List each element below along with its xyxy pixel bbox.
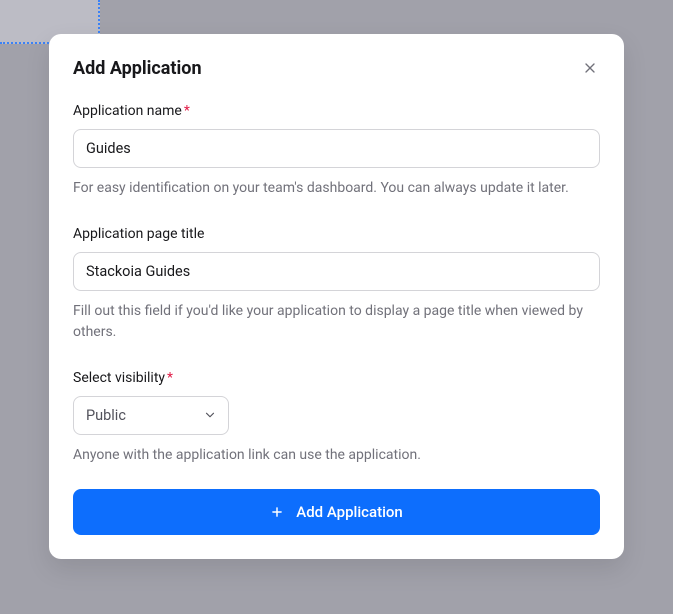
submit-label: Add Application xyxy=(296,503,403,521)
plus-icon xyxy=(270,505,284,519)
modal-title: Add Application xyxy=(73,58,202,79)
label-text: Select visibility xyxy=(73,370,165,386)
add-application-button[interactable]: Add Application xyxy=(73,489,600,535)
visibility-help: Anyone with the application link can use… xyxy=(73,445,600,465)
visibility-select[interactable]: Public xyxy=(73,396,229,435)
application-name-label: Application name* xyxy=(73,103,600,119)
field-group-application-name: Application name* For easy identificatio… xyxy=(73,103,600,198)
close-icon xyxy=(582,60,598,79)
field-group-page-title: Application page title Fill out this fie… xyxy=(73,226,600,342)
label-text: Application name xyxy=(73,103,182,119)
required-marker: * xyxy=(184,103,190,119)
close-button[interactable] xyxy=(580,58,600,81)
page-title-help: Fill out this field if you'd like your a… xyxy=(73,301,600,342)
application-name-help: For easy identification on your team's d… xyxy=(73,178,600,198)
page-title-label: Application page title xyxy=(73,226,600,242)
application-name-input[interactable] xyxy=(73,129,600,168)
required-marker: * xyxy=(167,370,173,386)
modal-header: Add Application xyxy=(73,58,600,81)
field-group-visibility: Select visibility* Public Anyone with th… xyxy=(73,370,600,465)
add-application-modal: Add Application Application name* For ea… xyxy=(49,34,624,559)
visibility-label: Select visibility* xyxy=(73,370,600,386)
page-title-input[interactable] xyxy=(73,252,600,291)
visibility-select-wrapper: Public xyxy=(73,396,229,435)
